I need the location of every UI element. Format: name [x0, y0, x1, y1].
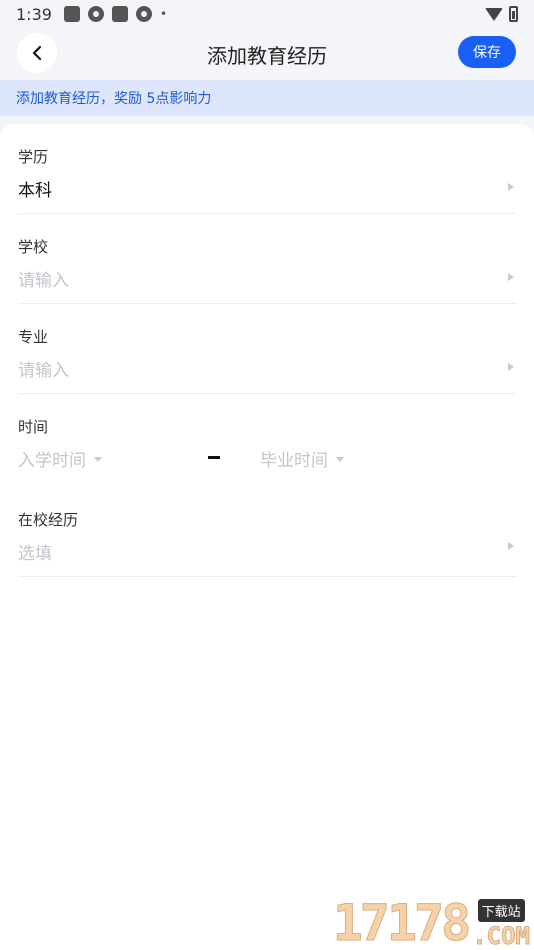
experience-input[interactable]: 选填 [18, 539, 52, 564]
end-date-placeholder: 毕业时间 [260, 451, 328, 471]
start-date-picker[interactable]: 入学时间 [18, 446, 102, 471]
degree-field[interactable]: 学历 本科 [18, 124, 516, 214]
wifi-icon [485, 7, 503, 21]
watermark-logo: 17178 下载站 .COM [332, 894, 531, 950]
school-input[interactable]: 请输入 [18, 266, 69, 291]
degree-value: 本科 [18, 181, 52, 201]
watermark-digits: 17178 [332, 894, 472, 950]
chevron-right-icon [508, 183, 514, 191]
status-time: 1:39 [16, 4, 52, 24]
caret-down-icon [336, 456, 344, 462]
time-field: 时间 入学时间 毕业时间 [18, 394, 516, 484]
major-input[interactable]: 请输入 [18, 356, 69, 381]
status-more-dot: • [159, 7, 168, 21]
reward-banner-text: 添加教育经历，奖励 5点影响力 [16, 91, 212, 107]
status-bar: 1:39 • [0, 0, 534, 28]
degree-label: 学历 [18, 148, 49, 166]
page-title: 添加教育经历 [207, 44, 327, 68]
time-label: 时间 [18, 418, 49, 436]
watermark-domain: .COM [472, 922, 531, 950]
major-field[interactable]: 专业 请输入 [18, 304, 516, 394]
app-square-icon [63, 6, 80, 22]
chevron-right-icon [508, 542, 514, 550]
pinwheel-icon [135, 6, 152, 22]
watermark-tag: 下载站 [477, 899, 525, 922]
end-date-picker[interactable]: 毕业时间 [260, 446, 344, 471]
caret-down-icon [94, 456, 102, 462]
education-form: 学历 本科 学校 请输入 专业 请输入 时间 入学时间 毕业时间 在校经历 选填 [0, 124, 534, 950]
date-range-dash [208, 456, 220, 459]
app-square-icon [111, 6, 128, 22]
school-field[interactable]: 学校 请输入 [18, 214, 516, 304]
save-button[interactable]: 保存 [458, 36, 516, 68]
school-label: 学校 [18, 238, 49, 256]
major-label: 专业 [18, 328, 49, 346]
reward-banner: 添加教育经历，奖励 5点影响力 [0, 80, 534, 116]
chevron-right-icon [508, 273, 514, 281]
chevron-right-icon [508, 363, 514, 371]
nav-bar: 添加教育经历 保存 [0, 28, 534, 78]
start-date-placeholder: 入学时间 [18, 451, 86, 471]
experience-label: 在校经历 [18, 511, 79, 529]
watermark-side: 下载站 .COM [472, 899, 531, 950]
experience-field[interactable]: 在校经历 选填 [18, 487, 516, 577]
pinwheel-icon [87, 6, 104, 22]
status-right [485, 6, 518, 22]
battery-icon [509, 6, 518, 22]
